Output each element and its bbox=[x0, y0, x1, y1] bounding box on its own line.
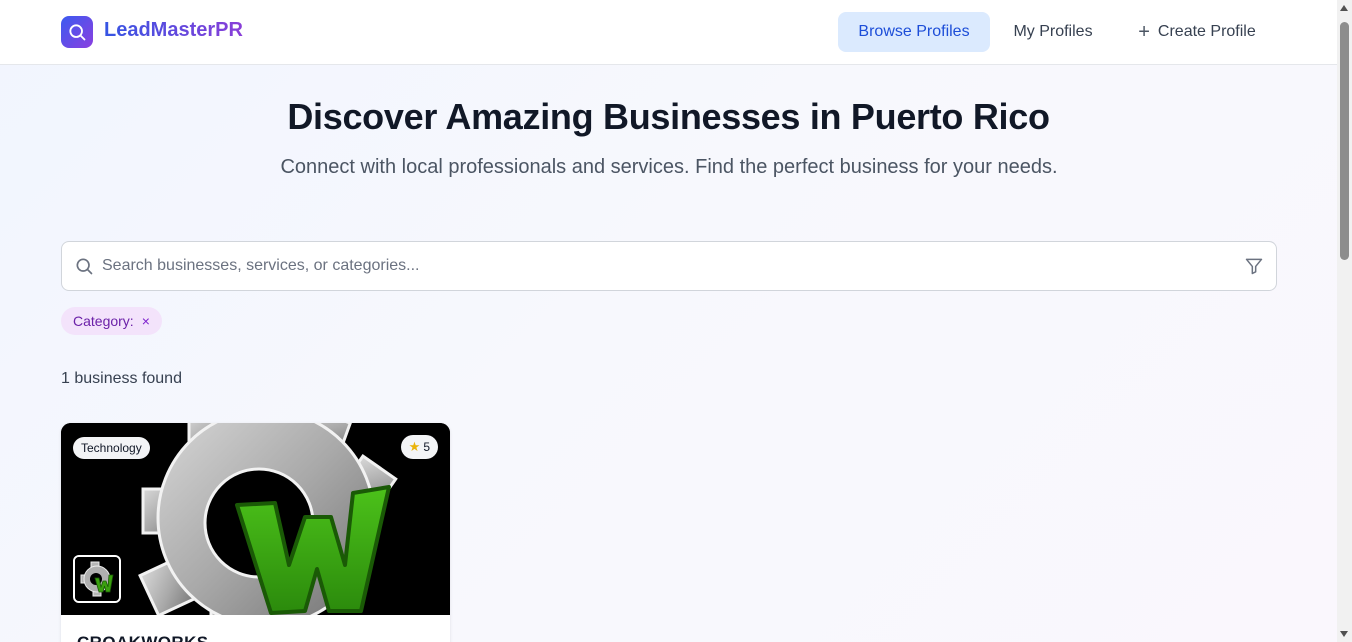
nav-browse-profiles[interactable]: Browse Profiles bbox=[838, 12, 990, 52]
close-icon[interactable]: × bbox=[142, 314, 150, 328]
filter-icon[interactable] bbox=[1244, 256, 1264, 276]
star-icon: ★ bbox=[408, 439, 421, 454]
page-scrollbar[interactable] bbox=[1337, 0, 1352, 642]
results-count: 1 business found bbox=[61, 370, 182, 387]
create-profile-label: Create Profile bbox=[1157, 23, 1256, 40]
page-title: Discover Amazing Businesses in Puerto Ri… bbox=[287, 96, 1050, 137]
category-filter-chip: Category: × bbox=[61, 307, 162, 335]
nav-my-profiles[interactable]: My Profiles bbox=[1000, 12, 1106, 52]
nav-create-profile[interactable]: + Create Profile bbox=[1122, 12, 1272, 52]
chip-label: Category: bbox=[73, 313, 134, 329]
business-cover-image: Technology ★ 5 bbox=[61, 423, 450, 615]
page-viewport: LeadMasterPR Browse Profiles My Profiles… bbox=[0, 0, 1337, 642]
business-card[interactable]: Technology ★ 5 CROAKWO bbox=[61, 423, 450, 642]
logo-icon[interactable] bbox=[61, 16, 93, 48]
scroll-up-icon[interactable] bbox=[1340, 5, 1348, 11]
search-bar bbox=[61, 241, 1277, 291]
page-subtitle: Connect with local professionals and ser… bbox=[280, 156, 1058, 178]
top-header: LeadMasterPR Browse Profiles My Profiles… bbox=[0, 0, 1337, 65]
business-name[interactable]: CROAKWORKS bbox=[77, 633, 209, 642]
search-input[interactable] bbox=[102, 243, 1222, 289]
plus-icon: + bbox=[1138, 20, 1150, 43]
brand-name[interactable]: LeadMasterPR bbox=[104, 19, 243, 42]
rating-badge: ★ 5 bbox=[400, 435, 438, 459]
rating-value: 5 bbox=[423, 440, 430, 454]
category-badge: Technology bbox=[73, 437, 150, 459]
business-avatar bbox=[73, 555, 121, 603]
search-icon bbox=[76, 258, 93, 275]
scroll-down-icon[interactable] bbox=[1340, 631, 1348, 637]
scroll-thumb[interactable] bbox=[1340, 22, 1349, 260]
